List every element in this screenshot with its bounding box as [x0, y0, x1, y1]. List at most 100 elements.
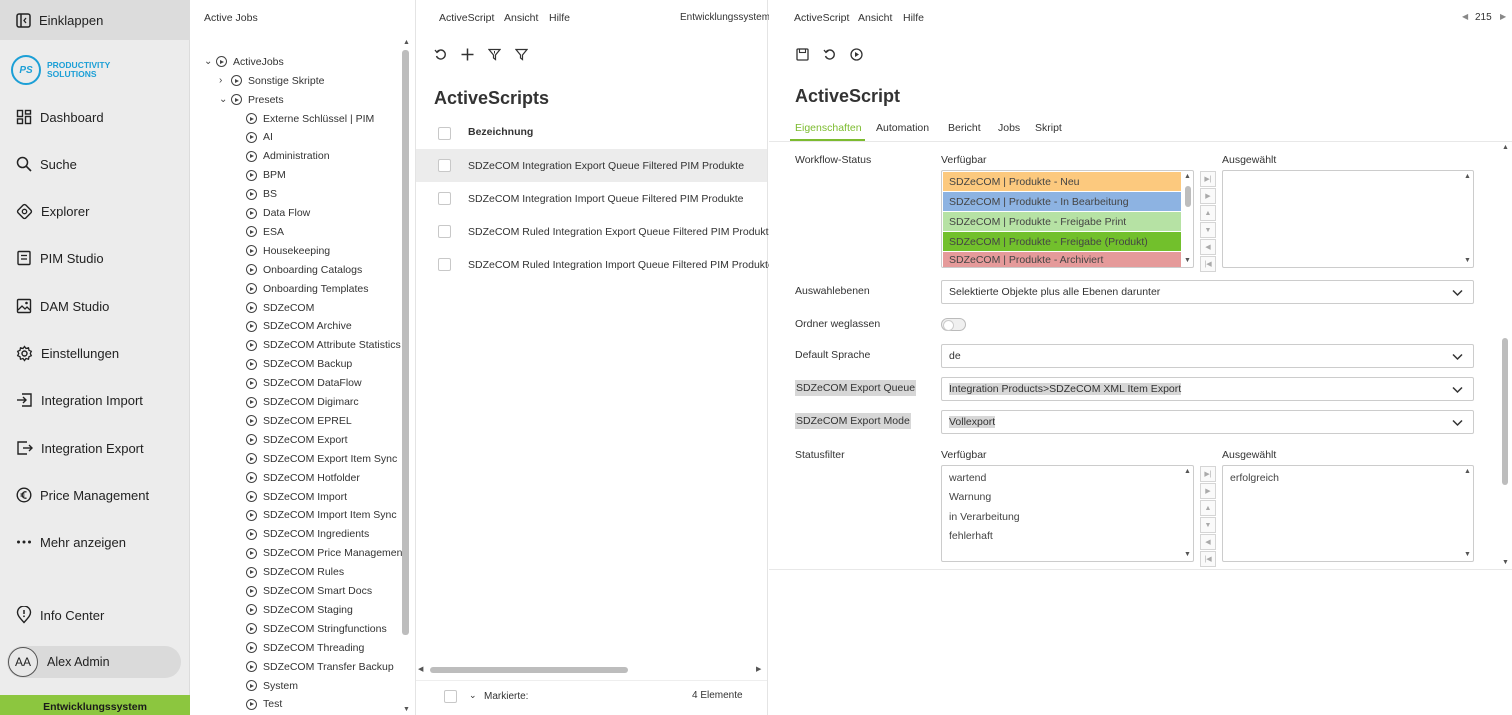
- tree-node[interactable]: Housekeeping: [246, 241, 330, 260]
- tree-node[interactable]: SDZeCOM Backup: [246, 355, 352, 374]
- scroll-down-arrow[interactable]: ▼: [1184, 257, 1191, 264]
- move-right-button[interactable]: ▶: [1200, 188, 1216, 204]
- nav-item-einstellungen[interactable]: Einstellungen: [0, 335, 190, 371]
- tree-node[interactable]: SDZeCOM: [246, 298, 314, 317]
- list-item[interactable]: fehlerhaft: [943, 526, 1181, 545]
- table-row[interactable]: SDZeCOM Ruled Integration Import Queue F…: [416, 248, 774, 281]
- nav-item-dashboard[interactable]: Dashboard: [0, 99, 190, 135]
- move-right-button[interactable]: ▶: [1200, 483, 1216, 499]
- tree-node-root[interactable]: ⌄ ActiveJobs: [204, 52, 284, 71]
- menu-ansicht[interactable]: Ansicht: [858, 12, 892, 24]
- tree-node[interactable]: SDZeCOM Rules: [246, 563, 344, 582]
- scroll-up-arrow[interactable]: ▲: [1464, 468, 1471, 475]
- scroll-up-arrow[interactable]: ▲: [1184, 468, 1191, 475]
- nav-item-mehr-anzeigen[interactable]: Mehr anzeigen: [0, 524, 190, 560]
- scroll-down-arrow[interactable]: ▼: [1464, 551, 1471, 558]
- menu-hilfe[interactable]: Hilfe: [903, 12, 924, 24]
- refresh-button[interactable]: [432, 46, 448, 62]
- save-button[interactable]: [794, 46, 810, 62]
- tree-node[interactable]: Onboarding Catalogs: [246, 260, 362, 279]
- detail-scrollbar[interactable]: [1502, 338, 1508, 485]
- list-item[interactable]: SDZeCOM | Produkte - Archiviert: [943, 252, 1181, 267]
- chevron-down-icon[interactable]: ⌄: [469, 690, 477, 701]
- tree-node-presets[interactable]: ⌄ Presets: [219, 90, 284, 109]
- statusfilter-selected-list[interactable]: erfolgreich ▲ ▼: [1222, 465, 1474, 562]
- nav-item-integration-import[interactable]: Integration Import: [0, 382, 190, 418]
- row-checkbox[interactable]: [438, 225, 451, 238]
- move-down-button[interactable]: ▼: [1200, 517, 1216, 533]
- move-all-left-button[interactable]: |◀: [1200, 256, 1216, 272]
- menu-activescript[interactable]: ActiveScript: [439, 12, 494, 24]
- list-item[interactable]: SDZeCOM | Produkte - Freigabe (Produkt): [943, 232, 1181, 251]
- footer-checkbox[interactable]: [444, 690, 457, 703]
- list-item[interactable]: SDZeCOM | Produkte - In Bearbeitung: [943, 192, 1181, 211]
- move-up-button[interactable]: ▲: [1200, 500, 1216, 516]
- tree-node[interactable]: SDZeCOM Ingredients: [246, 525, 369, 544]
- tab-skript[interactable]: Skript: [1035, 122, 1062, 134]
- nav-item-integration-export[interactable]: Integration Export: [0, 430, 190, 466]
- tree-node[interactable]: Data Flow: [246, 204, 310, 223]
- tree-node[interactable]: Test: [246, 695, 282, 714]
- tree-node[interactable]: System: [246, 676, 298, 695]
- tree-node[interactable]: BS: [246, 185, 277, 204]
- auswahlebenen-select[interactable]: Selektierte Objekte plus alle Ebenen dar…: [941, 280, 1474, 304]
- scroll-up-arrow[interactable]: ▲: [1184, 173, 1191, 180]
- tree-node[interactable]: SDZeCOM Export: [246, 430, 348, 449]
- tree-node[interactable]: BPM: [246, 166, 286, 185]
- move-down-button[interactable]: ▼: [1200, 222, 1216, 238]
- tree-node[interactable]: SDZeCOM Digimarc: [246, 393, 359, 412]
- scroll-right-arrow[interactable]: ▶: [756, 665, 761, 673]
- table-row[interactable]: SDZeCOM Integration Export Queue Filtere…: [416, 149, 767, 182]
- nav-item-info-center[interactable]: Info Center: [0, 597, 190, 633]
- list-horizontal-scrollbar[interactable]: [430, 667, 628, 673]
- scroll-left-arrow[interactable]: ◀: [418, 665, 423, 673]
- nav-item-explorer[interactable]: Explorer: [0, 193, 190, 229]
- move-up-button[interactable]: ▲: [1200, 205, 1216, 221]
- move-all-left-button[interactable]: |◀: [1200, 551, 1216, 567]
- move-left-button[interactable]: ◀: [1200, 239, 1216, 255]
- tab-eigenschaften[interactable]: Eigenschaften: [795, 122, 862, 134]
- tree-node[interactable]: SDZeCOM Export Item Sync: [246, 449, 397, 468]
- tree-node[interactable]: SDZeCOM EPREL: [246, 411, 352, 430]
- move-all-right-button[interactable]: ▶|: [1200, 466, 1216, 482]
- tree-node[interactable]: SDZeCOM Staging: [246, 600, 353, 619]
- tab-jobs[interactable]: Jobs: [998, 122, 1020, 134]
- reload-button[interactable]: [821, 46, 837, 62]
- scroll-down-arrow[interactable]: ▼: [1184, 551, 1191, 558]
- run-button[interactable]: [848, 46, 864, 62]
- tree-node[interactable]: SDZeCOM Smart Docs: [246, 582, 372, 601]
- row-checkbox[interactable]: [438, 192, 451, 205]
- tree-node[interactable]: SDZeCOM Transfer Backup: [246, 657, 394, 676]
- tab-bericht[interactable]: Bericht: [948, 122, 981, 134]
- tree-node[interactable]: Externe Schlüssel | PIM: [246, 109, 374, 128]
- tree-node[interactable]: SDZeCOM Threading: [246, 638, 364, 657]
- export-mode-select[interactable]: Vollexport: [941, 410, 1474, 434]
- tree-node[interactable]: SDZeCOM Import Item Sync: [246, 506, 397, 525]
- scroll-up-arrow[interactable]: ▲: [1502, 144, 1509, 151]
- move-all-right-button[interactable]: ▶|: [1200, 171, 1216, 187]
- nav-item-price-management[interactable]: Price Management: [0, 477, 190, 513]
- scroll-down-arrow[interactable]: ▼: [1502, 559, 1509, 566]
- advanced-filter-button[interactable]: [486, 46, 502, 62]
- user-menu[interactable]: AA Alex Admin: [7, 646, 181, 678]
- table-row[interactable]: SDZeCOM Ruled Integration Export Queue F…: [416, 215, 774, 248]
- tree-scrollbar[interactable]: [402, 50, 409, 635]
- tree-node[interactable]: AI: [246, 128, 273, 147]
- tree-node[interactable]: ESA: [246, 222, 284, 241]
- filter-button[interactable]: [513, 46, 529, 62]
- row-checkbox[interactable]: [438, 258, 451, 271]
- column-header-bezeichnung[interactable]: Bezeichnung: [468, 126, 533, 138]
- menu-hilfe[interactable]: Hilfe: [549, 12, 570, 24]
- move-left-button[interactable]: ◀: [1200, 534, 1216, 550]
- prev-page-icon[interactable]: ◀: [1462, 12, 1468, 21]
- tree-node[interactable]: SDZeCOM Import: [246, 487, 347, 506]
- add-button[interactable]: [459, 46, 475, 62]
- list-item[interactable]: Warnung: [943, 487, 1181, 506]
- statusfilter-available-list[interactable]: wartend Warnung in Verarbeitung fehlerha…: [941, 465, 1194, 562]
- tab-automation[interactable]: Automation: [876, 122, 929, 134]
- workflow-selected-list[interactable]: ▲ ▼: [1222, 170, 1474, 268]
- nav-item-suche[interactable]: Suche: [0, 146, 190, 182]
- tree-node[interactable]: SDZeCOM DataFlow: [246, 374, 362, 393]
- list-item[interactable]: SDZeCOM | Produkte - Neu: [943, 172, 1181, 191]
- menu-activescript[interactable]: ActiveScript: [794, 12, 849, 24]
